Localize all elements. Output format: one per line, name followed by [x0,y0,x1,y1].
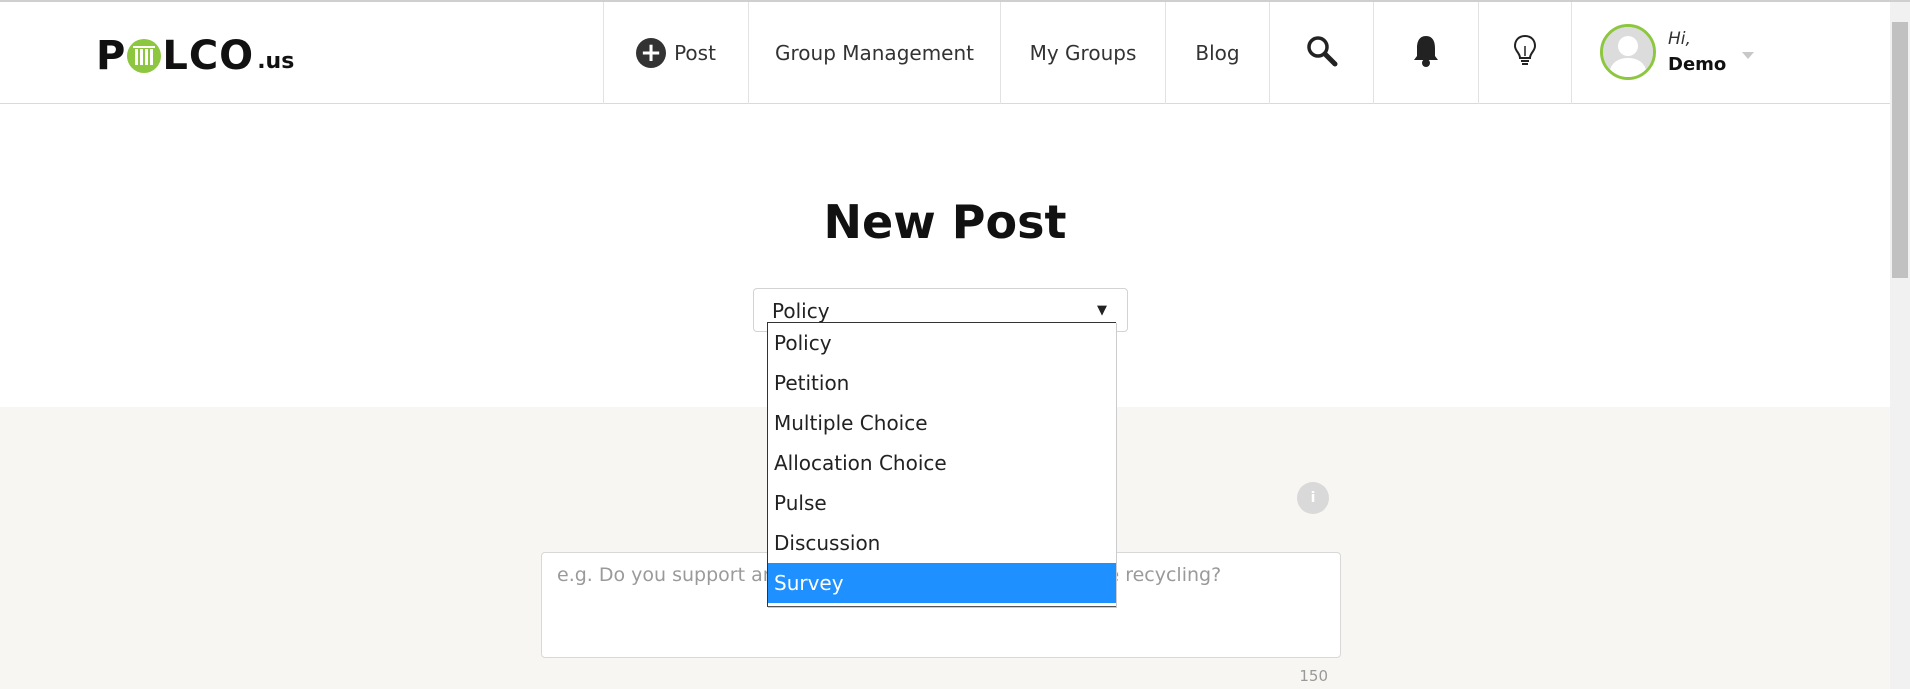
search-icon [1306,35,1338,72]
site-header: P LCO .us + Post Group Management My Gro… [0,2,1890,104]
option-petition[interactable]: Petition [768,363,1116,403]
plus-circle-icon: + [636,38,667,68]
option-survey[interactable]: Survey [768,563,1116,603]
avatar-icon [1600,24,1656,80]
nav-post-label: Post [674,41,716,65]
scrollbar-thumb[interactable] [1892,22,1908,278]
info-icon[interactable]: i [1297,482,1329,514]
chevron-down-icon[interactable] [1742,52,1754,59]
page-title: New Post [823,195,1067,249]
logo-letters-lco: LCO [162,33,255,79]
option-multiple-choice[interactable]: Multiple Choice [768,403,1116,443]
option-policy[interactable]: Policy [768,323,1116,363]
nav-notifications[interactable] [1373,2,1478,104]
nav-my-groups[interactable]: My Groups [1000,2,1165,104]
char-count: 150 [1299,667,1328,685]
nav-blog-label: Blog [1195,41,1240,65]
nav-my-groups-label: My Groups [1029,41,1137,65]
greeting-text: Hi, [1668,29,1691,49]
nav-post[interactable]: + Post [603,2,748,104]
option-allocation-choice[interactable]: Allocation Choice [768,443,1116,483]
main-nav: + Post Group Management My Groups Blog [603,2,1572,104]
bell-icon [1412,34,1440,73]
nav-group-management[interactable]: Group Management [748,2,1000,104]
nav-group-management-label: Group Management [775,41,974,65]
user-greeting: Hi, Demo [1668,26,1726,78]
logo-letter-p: P [96,33,127,79]
nav-search[interactable] [1269,2,1373,104]
logo-suffix: .us [257,49,295,74]
user-name: Demo [1668,54,1727,75]
post-type-options-list: Policy Petition Multiple Choice Allocati… [767,322,1116,607]
logo-wordmark: P LCO [96,36,254,76]
polco-logo[interactable]: P LCO .us [96,34,294,76]
option-discussion[interactable]: Discussion [768,523,1116,563]
lightbulb-icon [1513,34,1537,73]
user-menu[interactable]: Hi, Demo [1600,24,1726,80]
option-pulse[interactable]: Pulse [768,483,1116,523]
logo-column-icon [127,39,162,73]
dropdown-arrow-icon: ▼ [1097,303,1107,318]
post-type-selected-value: Policy [772,299,830,323]
nav-blog[interactable]: Blog [1165,2,1269,104]
nav-ideas[interactable] [1478,2,1572,104]
